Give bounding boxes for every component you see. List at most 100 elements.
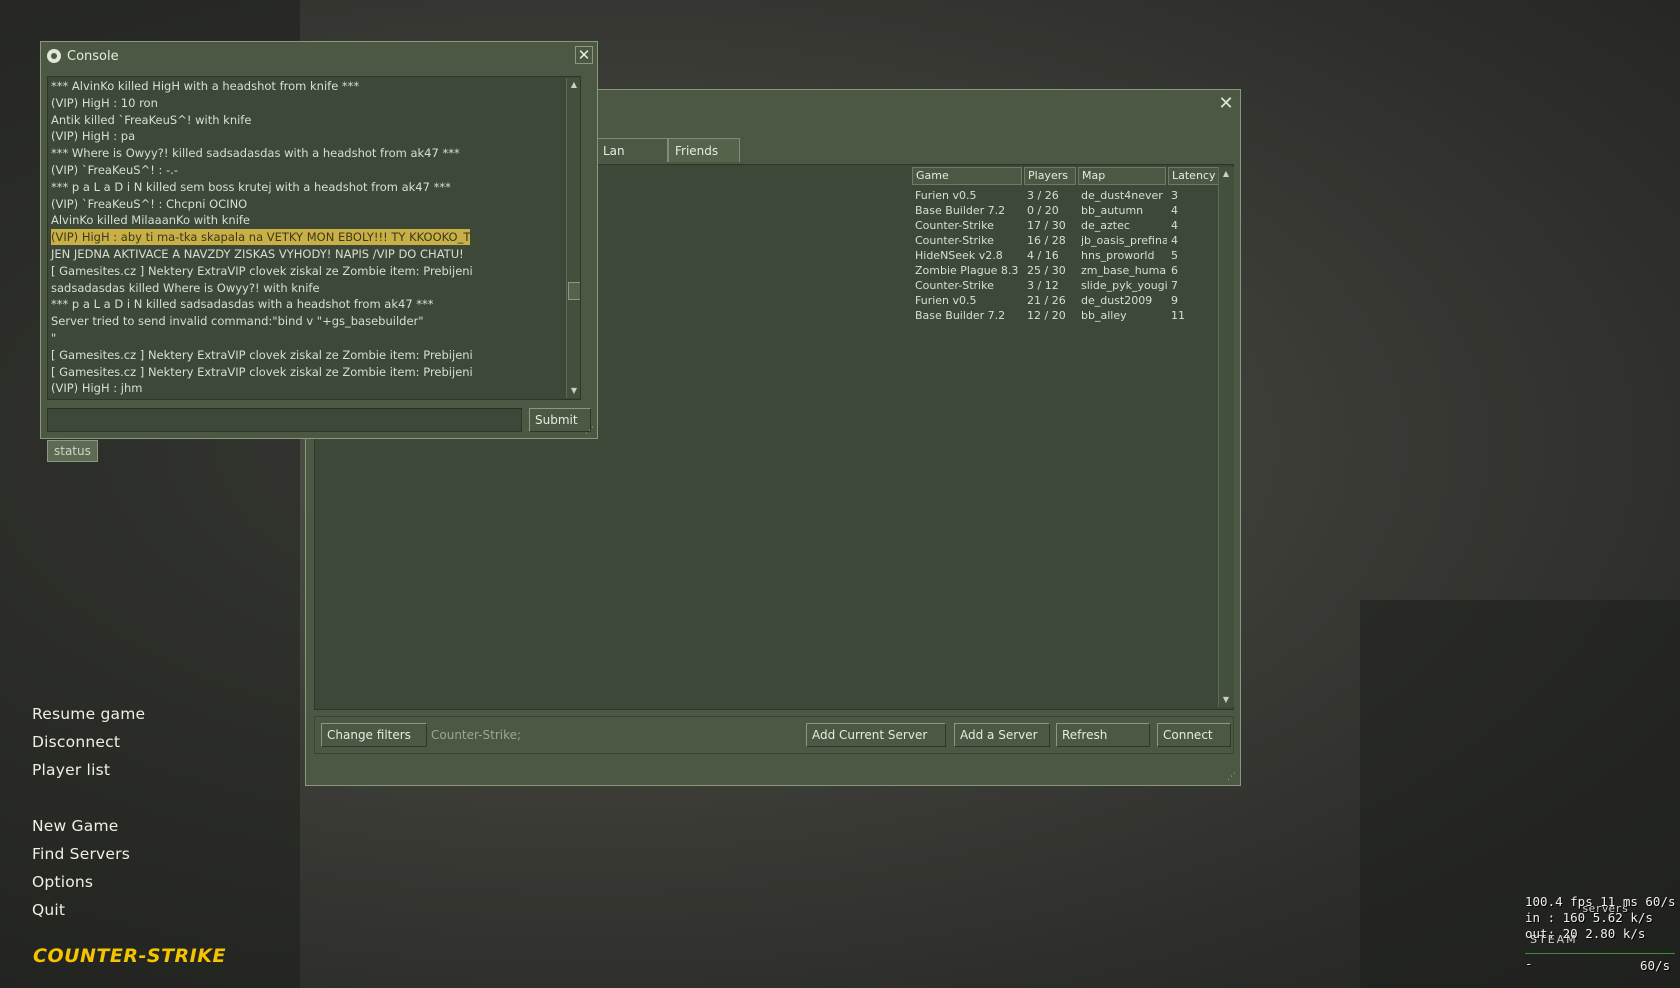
steam-icon (47, 49, 61, 63)
log-line: (VIP) `FreaKeuS^! : Chcpni OCINO (51, 196, 248, 211)
log-line: [ Gamesites.cz ] Nektery ExtraVIP clovek… (51, 364, 473, 379)
server-players-cell: 16 / 28 (1027, 234, 1066, 247)
log-line: " (51, 331, 57, 345)
server-game-cell: Counter-Strike (915, 234, 994, 247)
server-map-cell: zm_base_huma... (1081, 264, 1167, 277)
server-game-cell: Zombie Plague 8.387 (915, 264, 1019, 277)
server-players-cell: 12 / 20 (1027, 309, 1066, 322)
add-server-button[interactable]: Add a Server (954, 723, 1050, 747)
server-latency-cell: 4 (1171, 234, 1178, 247)
resize-grip-icon[interactable]: ⋰ (1227, 772, 1237, 782)
steam-watermark: STEAM (1530, 933, 1578, 946)
add-current-server-button[interactable]: Add Current Server (806, 723, 946, 747)
log-line: *** p a L a D i N killed sem boss krutej… (51, 179, 451, 194)
log-line: (VIP) HigH : aby ti ma-tka skapala na VE… (51, 229, 471, 246)
log-line: *** Where is Owyy?! killed sadsadasdas w… (51, 146, 460, 161)
refresh-button[interactable]: Refresh (1056, 723, 1150, 747)
scroll-up-icon[interactable]: ▲ (1219, 167, 1233, 181)
log-line: Server tried to send invalid command:"bi… (51, 314, 424, 329)
console-titlebar[interactable]: Console ✕ (41, 42, 597, 72)
console-title: Console (67, 49, 119, 64)
server-latency-cell: 7 (1171, 279, 1178, 292)
log-line: (VIP) `FreaKeuS^! : -.- (51, 163, 178, 177)
server-players-cell: 3 / 26 (1027, 189, 1059, 202)
server-game-cell: HideNSeek v2.8 (915, 249, 1003, 262)
log-line: [ Gamesites.cz ] Nektery ExtraVIP clovek… (51, 263, 473, 278)
server-map-cell: bb_autumn (1081, 204, 1144, 217)
close-icon[interactable]: ✕ (575, 46, 593, 64)
net-graph-rate: 60/s (1640, 958, 1671, 973)
change-filters-button[interactable]: Change filters (321, 723, 427, 747)
menu-disconnect[interactable]: Disconnect (32, 733, 120, 751)
resize-grip-icon[interactable]: ⋰ (585, 426, 595, 436)
connect-button[interactable]: Connect (1157, 723, 1231, 747)
menu-player-list[interactable]: Player list (32, 761, 110, 779)
menu-quit[interactable]: Quit (32, 901, 65, 919)
menu-options[interactable]: Options (32, 873, 93, 891)
server-game-cell: Counter-Strike (915, 279, 994, 292)
server-latency-cell: 6 (1171, 264, 1178, 277)
server-game-cell: Base Builder 7.2 (915, 309, 1006, 322)
server-players-cell: 17 / 30 (1027, 219, 1066, 232)
server-map-cell: slide_pyk_yougi (1081, 279, 1167, 292)
log-line: (VIP) HigH : 10 ron (51, 95, 158, 110)
scroll-down-icon[interactable]: ▼ (1219, 693, 1233, 707)
menu-new-game[interactable]: New Game (32, 817, 118, 835)
server-players-cell: 25 / 30 (1027, 264, 1066, 277)
server-map-cell: de_aztec (1081, 219, 1130, 232)
console-window: Console ✕ *** AlvinKo killed HigH with a… (40, 41, 598, 439)
server-list-scrollbar[interactable]: ▲ ▼ (1218, 167, 1234, 707)
column-header-map[interactable]: Map (1078, 167, 1166, 185)
server-map-cell: de_dust2009 (1081, 294, 1153, 307)
column-header-players[interactable]: Players (1024, 167, 1076, 185)
autocomplete-suggestion[interactable]: status (47, 440, 98, 462)
server-latency-cell: 5 (1171, 249, 1178, 262)
server-map-cell: de_dust4never (1081, 189, 1163, 202)
server-latency-cell: 9 (1171, 294, 1178, 307)
server-game-cell: Furien v0.5 (915, 189, 977, 202)
log-line: Antik killed `FreaKeuS^! with knife (51, 112, 252, 127)
server-browser-toolbar: Change filters Counter-Strike; Add Curre… (314, 716, 1234, 754)
scroll-down-icon[interactable]: ▼ (567, 384, 580, 398)
net-graph-line (1525, 953, 1675, 954)
server-latency-cell: 4 (1171, 204, 1178, 217)
server-map-cell: hns_proworld (1081, 249, 1155, 262)
filter-summary: Counter-Strike; (431, 728, 522, 742)
log-line: AlvinKo killed MilaaanKo with knife (51, 213, 251, 228)
server-map-cell: jb_oasis_prefinal2 (1081, 234, 1167, 247)
net-graph-dash: - (1525, 956, 1533, 971)
server-latency-cell: 11 (1171, 309, 1185, 322)
tab-friends[interactable]: Friends (668, 138, 740, 162)
scroll-up-icon[interactable]: ▲ (567, 78, 580, 92)
tab-lan[interactable]: Lan (596, 138, 668, 162)
log-line: *** p a L a D i N killed sadsadasdas wit… (51, 297, 434, 312)
log-line: *** AlvinKo killed HigH with a headshot … (51, 79, 360, 93)
log-line: sadsadasdas killed Where is Owyy?! with … (51, 280, 320, 295)
server-game-cell: Counter-Strike (915, 219, 994, 232)
console-scrollbar[interactable]: ▲ ▼ (566, 78, 580, 398)
server-players-cell: 3 / 12 (1027, 279, 1059, 292)
server-players-cell: 4 / 16 (1027, 249, 1059, 262)
server-players-cell: 0 / 20 (1027, 204, 1059, 217)
menu-resume-game[interactable]: Resume game (32, 705, 145, 723)
server-map-cell: bb_alley (1081, 309, 1127, 322)
console-command-input[interactable] (47, 408, 522, 432)
server-game-cell: Base Builder 7.2 (915, 204, 1006, 217)
log-line: (VIP) HigH : jhm (51, 381, 143, 396)
scroll-thumb[interactable] (568, 282, 580, 300)
log-line: JEN JEDNA AKTIVACE A NAVZDY ZISKAS VYHOD… (51, 247, 464, 261)
server-players-cell: 21 / 26 (1027, 294, 1066, 307)
log-line: [ Gamesites.cz ] Nektery ExtraVIP clovek… (51, 347, 473, 362)
console-log[interactable]: *** AlvinKo killed HigH with a headshot … (47, 76, 581, 400)
server-latency-cell: 4 (1171, 219, 1178, 232)
menu-find-servers[interactable]: Find Servers (32, 845, 130, 863)
submit-button[interactable]: Submit (529, 408, 591, 432)
column-header-game[interactable]: Game (912, 167, 1022, 185)
close-icon[interactable]: ✕ (1218, 95, 1234, 113)
log-line: (VIP) HigH : pa (51, 129, 136, 144)
column-header-latency[interactable]: Latency (1168, 167, 1220, 185)
servers-overlay-text: servers (1582, 902, 1629, 915)
server-latency-cell: 3 (1171, 189, 1178, 202)
server-game-cell: Furien v0.5 (915, 294, 977, 307)
counter-strike-logo: COUNTER-STRIKE (33, 945, 226, 967)
